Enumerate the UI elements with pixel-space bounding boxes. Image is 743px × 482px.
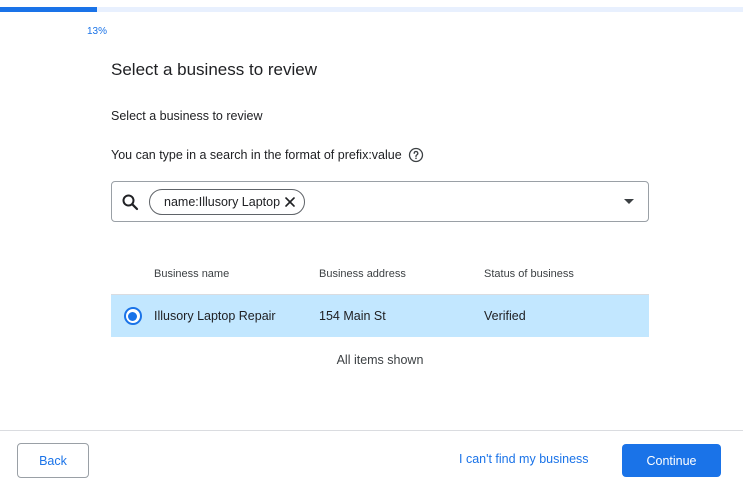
close-icon[interactable] — [282, 194, 298, 210]
search-icon — [121, 193, 139, 211]
progress-bar — [0, 7, 743, 12]
progress-bar-fill — [0, 7, 97, 12]
business-status-cell: Verified — [484, 309, 526, 323]
column-header-address: Business address — [319, 268, 406, 280]
search-filter-chip-label: name:Illusory Laptop — [164, 195, 281, 209]
search-hint-text: You can type in a search in the format o… — [111, 148, 402, 162]
table-header: Business name Business address Status of… — [111, 254, 649, 295]
radio-selected-dot — [128, 311, 137, 321]
page-title: Select a business to review — [111, 60, 317, 79]
section-subtitle: Select a business to review — [111, 109, 263, 123]
dropdown-arrow-icon[interactable] — [624, 199, 634, 204]
column-header-status: Status of business — [484, 268, 574, 280]
search-hint: You can type in a search in the format o… — [111, 147, 424, 163]
business-table: Business name Business address Status of… — [111, 254, 649, 337]
column-header-name: Business name — [154, 268, 230, 280]
search-filter-chip[interactable]: name:Illusory Laptop — [149, 189, 306, 215]
business-address-cell: 154 Main St — [319, 309, 386, 323]
business-name-cell: Illusory Laptop Repair — [154, 309, 276, 323]
table-footer-status: All items shown — [336, 353, 424, 367]
continue-button[interactable]: Continue — [622, 444, 721, 477]
table-row[interactable]: Illusory Laptop Repair 154 Main St Verif… — [111, 295, 649, 337]
progress-label: 13% — [87, 26, 108, 37]
back-button[interactable]: Back — [17, 443, 89, 478]
row-radio-button[interactable] — [123, 307, 142, 325]
help-circle-icon[interactable] — [408, 147, 424, 163]
business-search-field[interactable]: name:Illusory Laptop — [111, 181, 649, 222]
cant-find-business-link[interactable]: I can't find my business — [459, 452, 589, 466]
footer-divider — [0, 430, 743, 431]
